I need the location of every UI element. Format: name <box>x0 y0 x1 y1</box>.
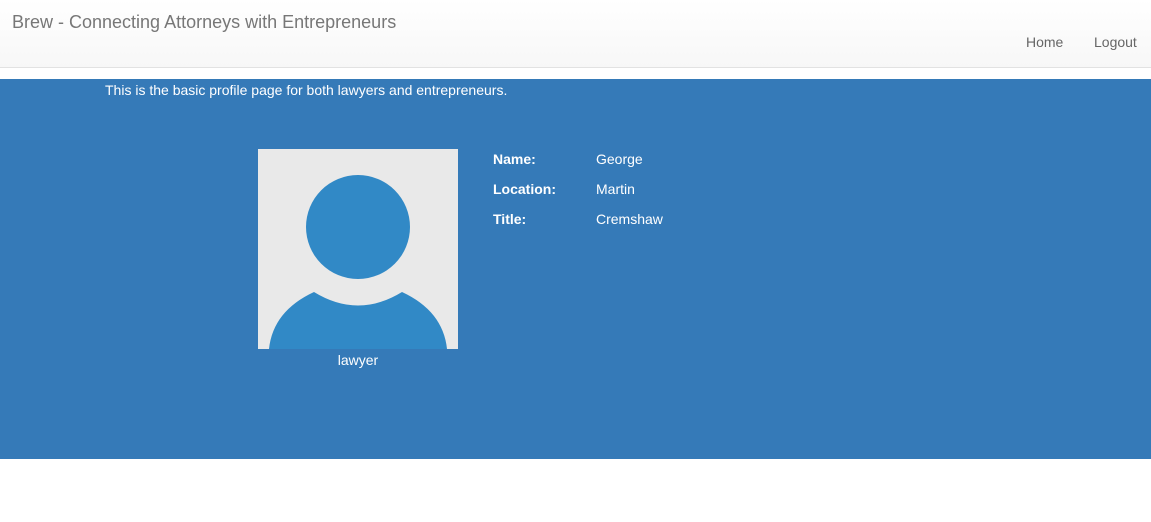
navbar: Brew - Connecting Attorneys with Entrepr… <box>0 0 1151 68</box>
user-silhouette-icon <box>269 175 447 349</box>
location-value: Martin <box>596 181 635 197</box>
nav-logout[interactable]: Logout <box>1094 34 1137 50</box>
profile-section: This is the basic profile page for both … <box>0 79 1151 459</box>
title-label: Title: <box>493 211 527 227</box>
title-value: Cremshaw <box>596 211 663 227</box>
intro-text: This is the basic profile page for both … <box>105 82 508 98</box>
nav-home[interactable]: Home <box>1026 34 1063 50</box>
name-value: George <box>596 151 643 167</box>
name-label: Name: <box>493 151 536 167</box>
brand-link[interactable]: Brew - Connecting Attorneys with Entrepr… <box>12 12 396 33</box>
role-label: lawyer <box>337 352 379 368</box>
avatar <box>258 149 458 349</box>
location-label: Location: <box>493 181 556 197</box>
